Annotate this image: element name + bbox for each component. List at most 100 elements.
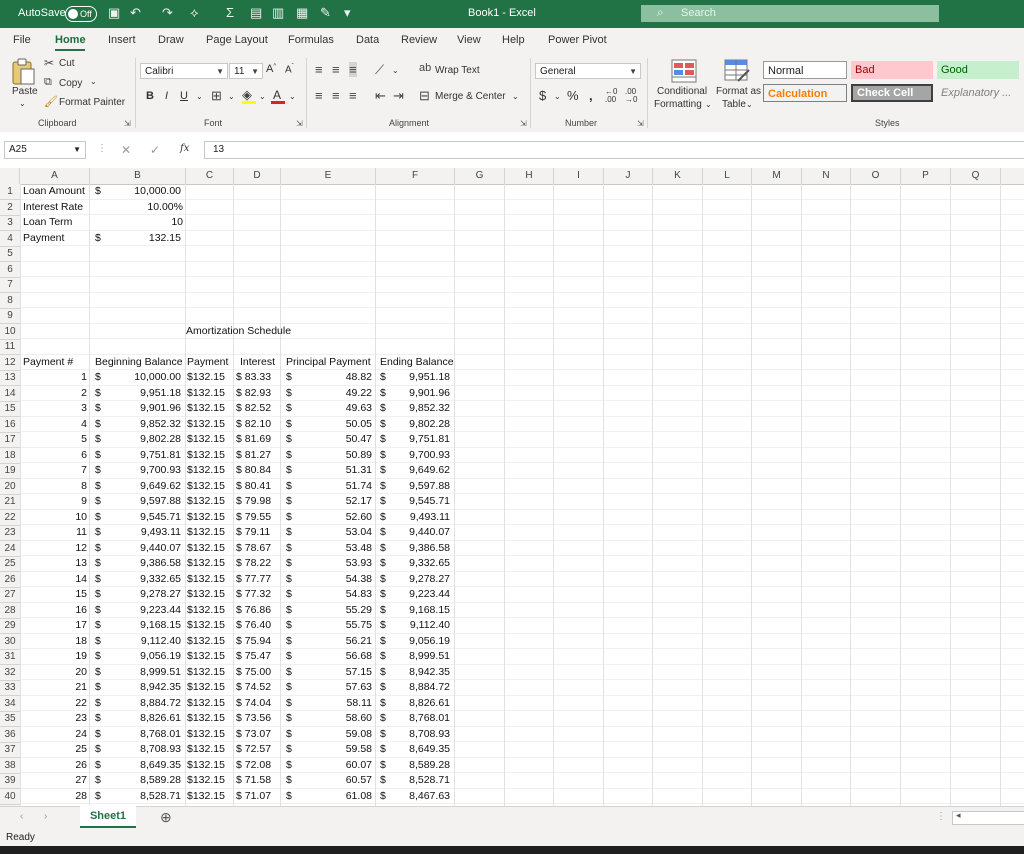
cell-ending-balance[interactable]: 8,649.35 xyxy=(390,742,450,757)
cell-payment-number[interactable]: 9 xyxy=(20,494,87,509)
cell-ending-balance[interactable]: 8,467.63 xyxy=(390,789,450,804)
cell-principal-payment[interactable]: 58.60 xyxy=(300,711,372,726)
fill-dropdown-icon[interactable]: ⌄ xyxy=(259,92,266,101)
cell-currency-symbol[interactable]: $ xyxy=(286,665,292,680)
row-header[interactable]: 1 xyxy=(0,184,20,200)
column-header[interactable]: A xyxy=(20,168,90,184)
cell-principal-payment[interactable]: 50.47 xyxy=(300,432,372,447)
column-header[interactable]: D xyxy=(234,168,281,184)
payment-value[interactable]: 132.15 xyxy=(120,231,181,246)
align-top-icon[interactable]: ≡ xyxy=(315,62,323,77)
cell-beginning-balance[interactable]: 9,440.07 xyxy=(120,541,181,556)
align-right-icon[interactable]: ≡ xyxy=(349,88,357,103)
cell-currency-symbol[interactable]: $ xyxy=(380,401,386,416)
enter-icon[interactable]: ✓ xyxy=(150,143,160,157)
cell-currency-symbol[interactable]: $ xyxy=(95,556,101,571)
cell-ending-balance[interactable]: 8,999.51 xyxy=(390,649,450,664)
tab-file[interactable]: File xyxy=(13,34,31,46)
cell-ending-balance[interactable]: 9,700.93 xyxy=(390,448,450,463)
cell-principal-payment[interactable]: 60.07 xyxy=(300,758,372,773)
loan-term-value[interactable]: 10 xyxy=(120,215,183,230)
row-header[interactable]: 31 xyxy=(0,649,20,665)
cell-interest[interactable]: $ 75.94 xyxy=(236,634,271,649)
cell-payment-number[interactable]: 11 xyxy=(20,525,87,540)
cell-ending-balance[interactable]: 9,056.19 xyxy=(390,634,450,649)
cell-payment[interactable]: $132.15 xyxy=(187,370,225,385)
cell-beginning-balance[interactable]: 8,708.93 xyxy=(120,742,181,757)
row-header[interactable]: 25 xyxy=(0,556,20,572)
cell-currency-symbol[interactable]: $ xyxy=(380,649,386,664)
interest-rate-value[interactable]: 10.00% xyxy=(120,200,183,215)
cell-currency-symbol[interactable]: $ xyxy=(380,541,386,556)
number-launcher-icon[interactable]: ⇲ xyxy=(637,119,644,128)
cell-payment-number[interactable]: 15 xyxy=(20,587,87,602)
cell-currency-symbol[interactable]: $ xyxy=(286,572,292,587)
cell-interest[interactable]: $ 82.93 xyxy=(236,386,271,401)
cell-payment[interactable]: $132.15 xyxy=(187,649,225,664)
tab-power-pivot[interactable]: Power Pivot xyxy=(548,34,607,46)
cell-payment-number[interactable]: 28 xyxy=(20,789,87,804)
redo-icon[interactable]: ↷ xyxy=(162,5,173,21)
cell-interest[interactable]: $ 76.86 xyxy=(236,603,271,618)
cell-ending-balance[interactable]: 9,545.71 xyxy=(390,494,450,509)
cell-currency-symbol[interactable]: $ xyxy=(95,649,101,664)
cell-ending-balance[interactable]: 9,223.44 xyxy=(390,587,450,602)
cell-ending-balance[interactable]: 8,768.01 xyxy=(390,711,450,726)
cell-payment-number[interactable]: 18 xyxy=(20,634,87,649)
cell-beginning-balance[interactable]: 8,884.72 xyxy=(120,696,181,711)
row-header[interactable]: 33 xyxy=(0,680,20,696)
cell-currency-symbol[interactable]: $ xyxy=(380,789,386,804)
cell-grid[interactable]: Loan Amount $ 10,000.00 Interest Rate 10… xyxy=(20,184,1024,806)
cell-currency-symbol[interactable]: $ xyxy=(95,773,101,788)
cell-principal-payment[interactable]: 52.60 xyxy=(300,510,372,525)
schedule-title[interactable]: Amortization Schedule xyxy=(186,324,291,339)
cell-payment-number[interactable]: 24 xyxy=(20,727,87,742)
undo-icon[interactable]: ↶ xyxy=(130,5,141,21)
cell-ending-balance[interactable]: 8,884.72 xyxy=(390,680,450,695)
cell-payment[interactable]: $132.15 xyxy=(187,680,225,695)
select-all-corner[interactable] xyxy=(0,168,20,184)
row-header[interactable]: 15 xyxy=(0,401,20,417)
row-header[interactable]: 36 xyxy=(0,727,20,743)
cell-ending-balance[interactable]: 9,802.28 xyxy=(390,417,450,432)
cell-payment[interactable]: $132.15 xyxy=(187,417,225,432)
cell-currency-symbol[interactable]: $ xyxy=(286,556,292,571)
cell-beginning-balance[interactable]: 8,528.71 xyxy=(120,789,181,804)
paste-dropdown-icon[interactable]: ⌄ xyxy=(19,99,26,108)
row-header[interactable]: 7 xyxy=(0,277,20,293)
cell-ending-balance[interactable]: 9,493.11 xyxy=(390,510,450,525)
cell-payment[interactable]: $132.15 xyxy=(187,711,225,726)
cell-interest[interactable]: $ 77.77 xyxy=(236,572,271,587)
tab-data[interactable]: Data xyxy=(356,34,379,46)
cell-payment-number[interactable]: 4 xyxy=(20,417,87,432)
cell-interest[interactable]: $ 74.52 xyxy=(236,680,271,695)
cell-ending-balance[interactable]: 9,901.96 xyxy=(390,386,450,401)
currency-symbol[interactable]: $ xyxy=(95,231,101,246)
cell-currency-symbol[interactable]: $ xyxy=(95,494,101,509)
cell-beginning-balance[interactable]: 9,700.93 xyxy=(120,463,181,478)
borders-dropdown-icon[interactable]: ⌄ xyxy=(228,92,235,101)
column-header[interactable]: I xyxy=(554,168,604,184)
copy-icon[interactable]: ⧉ xyxy=(44,76,52,89)
cell-payment[interactable]: $132.15 xyxy=(187,401,225,416)
italic-icon[interactable]: I xyxy=(165,90,168,102)
cell-ending-balance[interactable]: 9,278.27 xyxy=(390,572,450,587)
cell-payment-number[interactable]: 7 xyxy=(20,463,87,478)
header-beginning-balance[interactable]: Beginning Balance xyxy=(95,355,183,370)
cell-payment[interactable]: $132.15 xyxy=(187,587,225,602)
cell-currency-symbol[interactable]: $ xyxy=(380,494,386,509)
cell-ending-balance[interactable]: 8,528.71 xyxy=(390,773,450,788)
cell-payment-number[interactable]: 13 xyxy=(20,556,87,571)
row-header[interactable]: 9 xyxy=(0,308,20,324)
font-name-select[interactable]: Calibri ▼ xyxy=(140,63,228,79)
cell-currency-symbol[interactable]: $ xyxy=(286,727,292,742)
cell-beginning-balance[interactable]: 8,768.01 xyxy=(120,727,181,742)
cell-principal-payment[interactable]: 50.89 xyxy=(300,448,372,463)
cell-currency-symbol[interactable]: $ xyxy=(286,680,292,695)
tab-help[interactable]: Help xyxy=(502,34,525,46)
cell-currency-symbol[interactable]: $ xyxy=(380,758,386,773)
cell-beginning-balance[interactable]: 9,278.27 xyxy=(120,587,181,602)
cell-principal-payment[interactable]: 58.11 xyxy=(300,696,373,711)
insert-icon[interactable]: ▦ xyxy=(296,5,308,21)
align-center-icon[interactable]: ≡ xyxy=(332,88,340,103)
